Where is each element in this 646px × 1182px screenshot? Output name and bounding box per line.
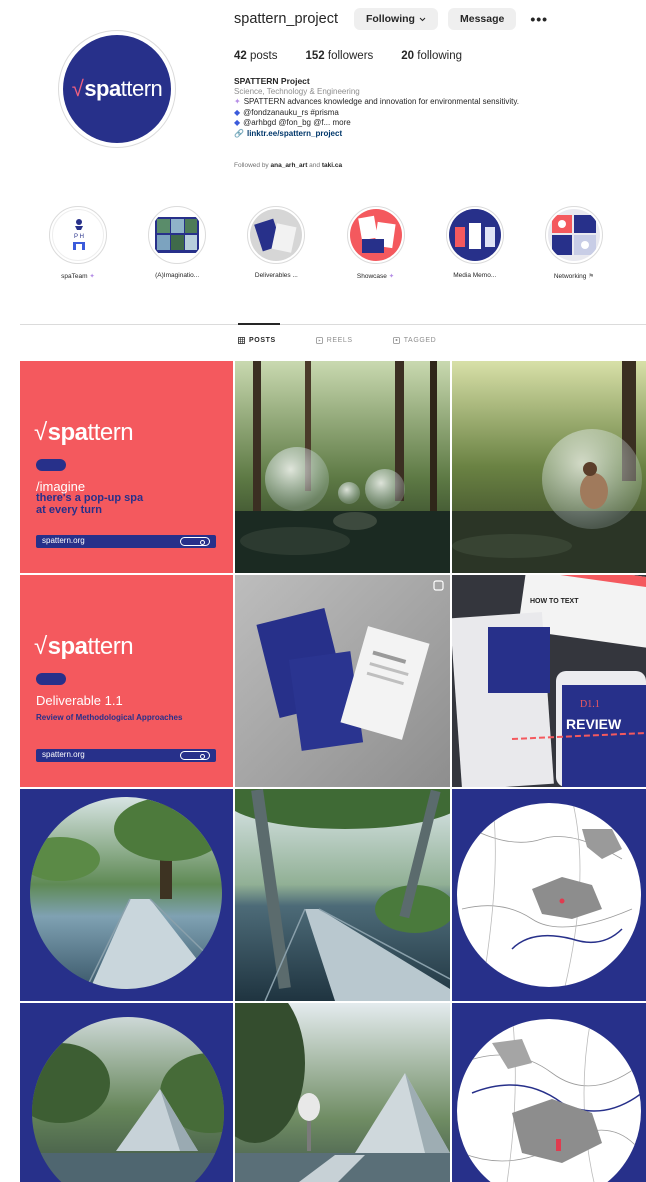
bullet-icon: ◆ bbox=[234, 118, 241, 127]
post-headline: there's a pop-up spa at every turn bbox=[36, 492, 144, 516]
bio-tagline: ✦ SPATTERN advances knowledge and innovat… bbox=[234, 97, 519, 106]
profile-username: spattern_project bbox=[234, 11, 338, 27]
bullet-icon: ◆ bbox=[234, 107, 241, 117]
post-boardwalk-circle[interactable] bbox=[20, 789, 233, 1001]
profile-stats: 42 posts 152 followers 20 following bbox=[234, 50, 462, 62]
search-icon bbox=[180, 537, 210, 546]
highlight-showcase[interactable]: Showcase ✦ bbox=[344, 206, 408, 280]
followers-stat[interactable]: 152 followers bbox=[306, 50, 374, 62]
review-booklets-photo: HOW TO TEXT D1.1 REVIEW bbox=[452, 575, 646, 787]
highlight-media-memo[interactable]: Media Memo... bbox=[443, 206, 507, 280]
spattern-logo: √ spa ttern bbox=[34, 419, 134, 446]
cover-label: REVIEW bbox=[566, 716, 622, 732]
bio-line-1: ◆ @fondzanauku_rs #prisma bbox=[234, 107, 339, 117]
bridge-photo bbox=[235, 789, 450, 1001]
following-button[interactable]: Following bbox=[353, 8, 438, 30]
tab-tagged[interactable]: TAGGED bbox=[392, 337, 437, 344]
bio-link[interactable]: 🔗 linktr.ee/spattern_project bbox=[234, 129, 624, 140]
post-imagine-promo[interactable]: √ spa ttern /imagine there's a pop-up spa… bbox=[20, 361, 233, 573]
post-booklets[interactable] bbox=[235, 575, 450, 787]
chevron-down-icon bbox=[419, 17, 426, 21]
followed-by[interactable]: Followed by ana_arh_art and taki.ca bbox=[234, 162, 342, 169]
search-icon bbox=[180, 751, 210, 760]
tab-reels[interactable]: REELS bbox=[315, 337, 353, 344]
post-subtitle: Review of Methodological Approaches bbox=[36, 713, 183, 722]
post-bridge-perspective[interactable] bbox=[235, 789, 450, 1001]
decorative-pill bbox=[36, 459, 66, 471]
more-options-icon[interactable]: ••• bbox=[530, 11, 548, 27]
profile-category: Science, Technology & Engineering bbox=[234, 86, 360, 96]
post-map-circle[interactable] bbox=[452, 789, 646, 1001]
highlight-thumbnail bbox=[349, 209, 402, 261]
spattern-logo: √ spa ttern bbox=[71, 76, 163, 101]
post-pyramid-circle[interactable] bbox=[20, 1003, 233, 1182]
flag-icon: ⚑ bbox=[588, 273, 595, 280]
sparkle-icon: ✦ bbox=[234, 97, 241, 106]
post-forest-bubbles[interactable] bbox=[235, 361, 450, 573]
profile-display-name: SPATTERN Project bbox=[234, 76, 310, 86]
story-highlights: P H spaTeam ✦ (A)Imaginatio... Deliverab… bbox=[46, 206, 606, 280]
booklets-photo bbox=[235, 575, 450, 787]
highlight-thumbnail bbox=[448, 209, 501, 261]
post-review-booklets[interactable]: HOW TO TEXT D1.1 REVIEW bbox=[452, 575, 646, 787]
link-icon: 🔗 bbox=[234, 128, 244, 138]
avatar-logo: √ spa ttern bbox=[63, 35, 171, 143]
profile-bio: SPATTERN Project Science, Technology & E… bbox=[234, 76, 624, 139]
bio-line-2[interactable]: ◆ @arhbgd @fon_bg @f... more bbox=[234, 118, 624, 129]
highlight-thumbnail bbox=[151, 209, 204, 261]
map-circle bbox=[457, 1019, 641, 1182]
posts-stat[interactable]: 42 posts bbox=[234, 50, 278, 62]
highlight-thumbnail bbox=[250, 209, 303, 261]
tagged-icon bbox=[392, 337, 400, 344]
message-button[interactable]: Message bbox=[447, 8, 517, 30]
tab-posts[interactable]: POSTS bbox=[238, 337, 276, 344]
forest-bubbles-photo bbox=[235, 361, 450, 573]
pyramid-circle-photo bbox=[32, 1017, 224, 1182]
url-bar: spattern.org bbox=[36, 749, 216, 762]
svg-text:P H: P H bbox=[74, 234, 84, 240]
profile-header-row: spattern_project Following Message ••• bbox=[234, 8, 548, 30]
post-woman-in-bubble[interactable] bbox=[452, 361, 646, 573]
sparkle-icon: ✦ bbox=[388, 273, 395, 280]
highlight-imagination[interactable]: (A)Imaginatio... bbox=[145, 206, 209, 280]
bubble-portrait-photo bbox=[452, 361, 646, 573]
posts-grid: √ spa ttern /imagine there's a pop-up spa… bbox=[20, 361, 646, 1182]
active-tab-indicator bbox=[238, 323, 280, 325]
sparkle-icon: ✦ bbox=[89, 273, 95, 280]
tabs-divider bbox=[20, 324, 646, 325]
highlight-thumbnail: P H bbox=[52, 209, 104, 261]
profile-tabs: POSTS REELS TAGGED bbox=[238, 337, 436, 344]
following-stat[interactable]: 20 following bbox=[401, 50, 462, 62]
url-bar: spattern.org bbox=[36, 535, 216, 548]
pyramid-balloon-photo bbox=[235, 1003, 450, 1182]
decorative-pill bbox=[36, 673, 66, 685]
post-title: Deliverable 1.1 bbox=[36, 693, 123, 708]
spattern-logo: √ spa ttern bbox=[34, 633, 134, 660]
boardwalk-circle-photo bbox=[30, 797, 222, 989]
reels-icon bbox=[315, 337, 323, 344]
book-title: HOW TO TEXT bbox=[530, 598, 579, 605]
highlight-networking[interactable]: Networking ⚑ bbox=[542, 206, 606, 280]
highlight-thumbnail bbox=[547, 209, 600, 261]
cover-code: D1.1 bbox=[580, 699, 600, 710]
highlight-spateam[interactable]: P H spaTeam ✦ bbox=[46, 206, 110, 280]
grid-icon bbox=[238, 337, 245, 344]
map-circle bbox=[457, 803, 641, 987]
post-pyramid-balloon[interactable] bbox=[235, 1003, 450, 1182]
profile-avatar[interactable]: √ spa ttern bbox=[58, 30, 176, 148]
post-deliverable-1-1[interactable]: √ spa ttern Deliverable 1.1 Review of Met… bbox=[20, 575, 233, 787]
highlight-deliverables[interactable]: Deliverables ... bbox=[244, 206, 308, 280]
post-map-circle-2[interactable] bbox=[452, 1003, 646, 1182]
